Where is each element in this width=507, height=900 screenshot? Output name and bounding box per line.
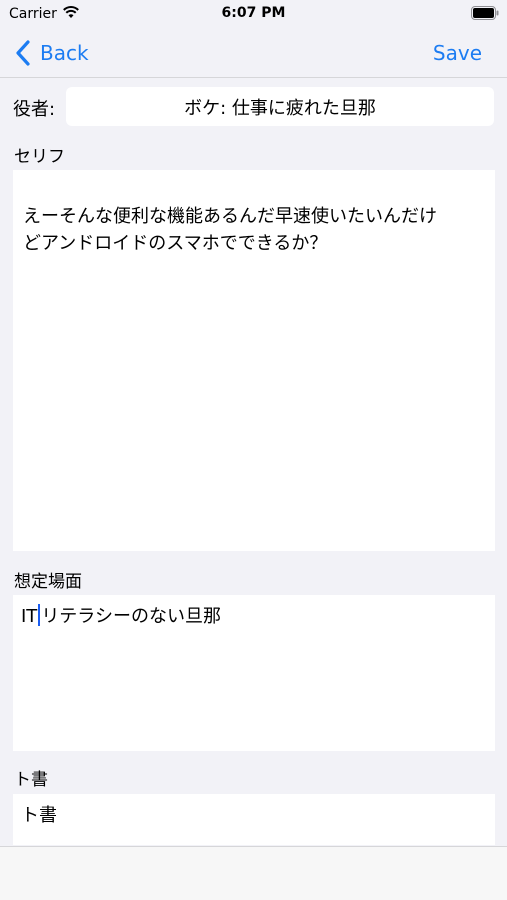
scene-text-before-cursor: IT (21, 606, 38, 627)
navigation-bar: Back Save (0, 30, 507, 78)
serif-text-line: どアンドロイドのスマホでできるか？ (23, 233, 328, 254)
role-field[interactable]: ボケ: 仕事に疲れた旦那 (66, 87, 494, 126)
back-label: Back (40, 41, 89, 65)
scene-label: 想定場面 (14, 572, 82, 592)
status-time: 6:07 PM (221, 5, 286, 21)
serif-label: セリフ (14, 147, 65, 167)
back-button[interactable]: Back (14, 38, 89, 68)
scene-text-after-cursor: リテラシーのない旦那 (41, 606, 221, 627)
status-bar: Carrier 6:07 PM (0, 0, 507, 30)
bottom-toolbar (0, 846, 507, 900)
role-label: 役者: (13, 99, 56, 120)
direction-text: ト書 (21, 805, 57, 826)
direction-text-area[interactable]: ト書 (13, 794, 495, 845)
text-cursor (38, 604, 41, 626)
chevron-left-icon (16, 40, 30, 66)
serif-text-area[interactable]: えーそんな便利な機能あるんだ早速使いたいんだけ どアンドロイドのスマホでできるか… (13, 170, 495, 551)
scene-text-area[interactable]: IT リテラシーのない旦那 (13, 595, 495, 751)
serif-text-line: えーそんな便利な機能あるんだ早速使いたいんだけ (23, 206, 437, 227)
battery-icon (471, 6, 499, 20)
save-button[interactable]: Save (433, 38, 482, 68)
direction-label: ト書 (14, 770, 48, 790)
